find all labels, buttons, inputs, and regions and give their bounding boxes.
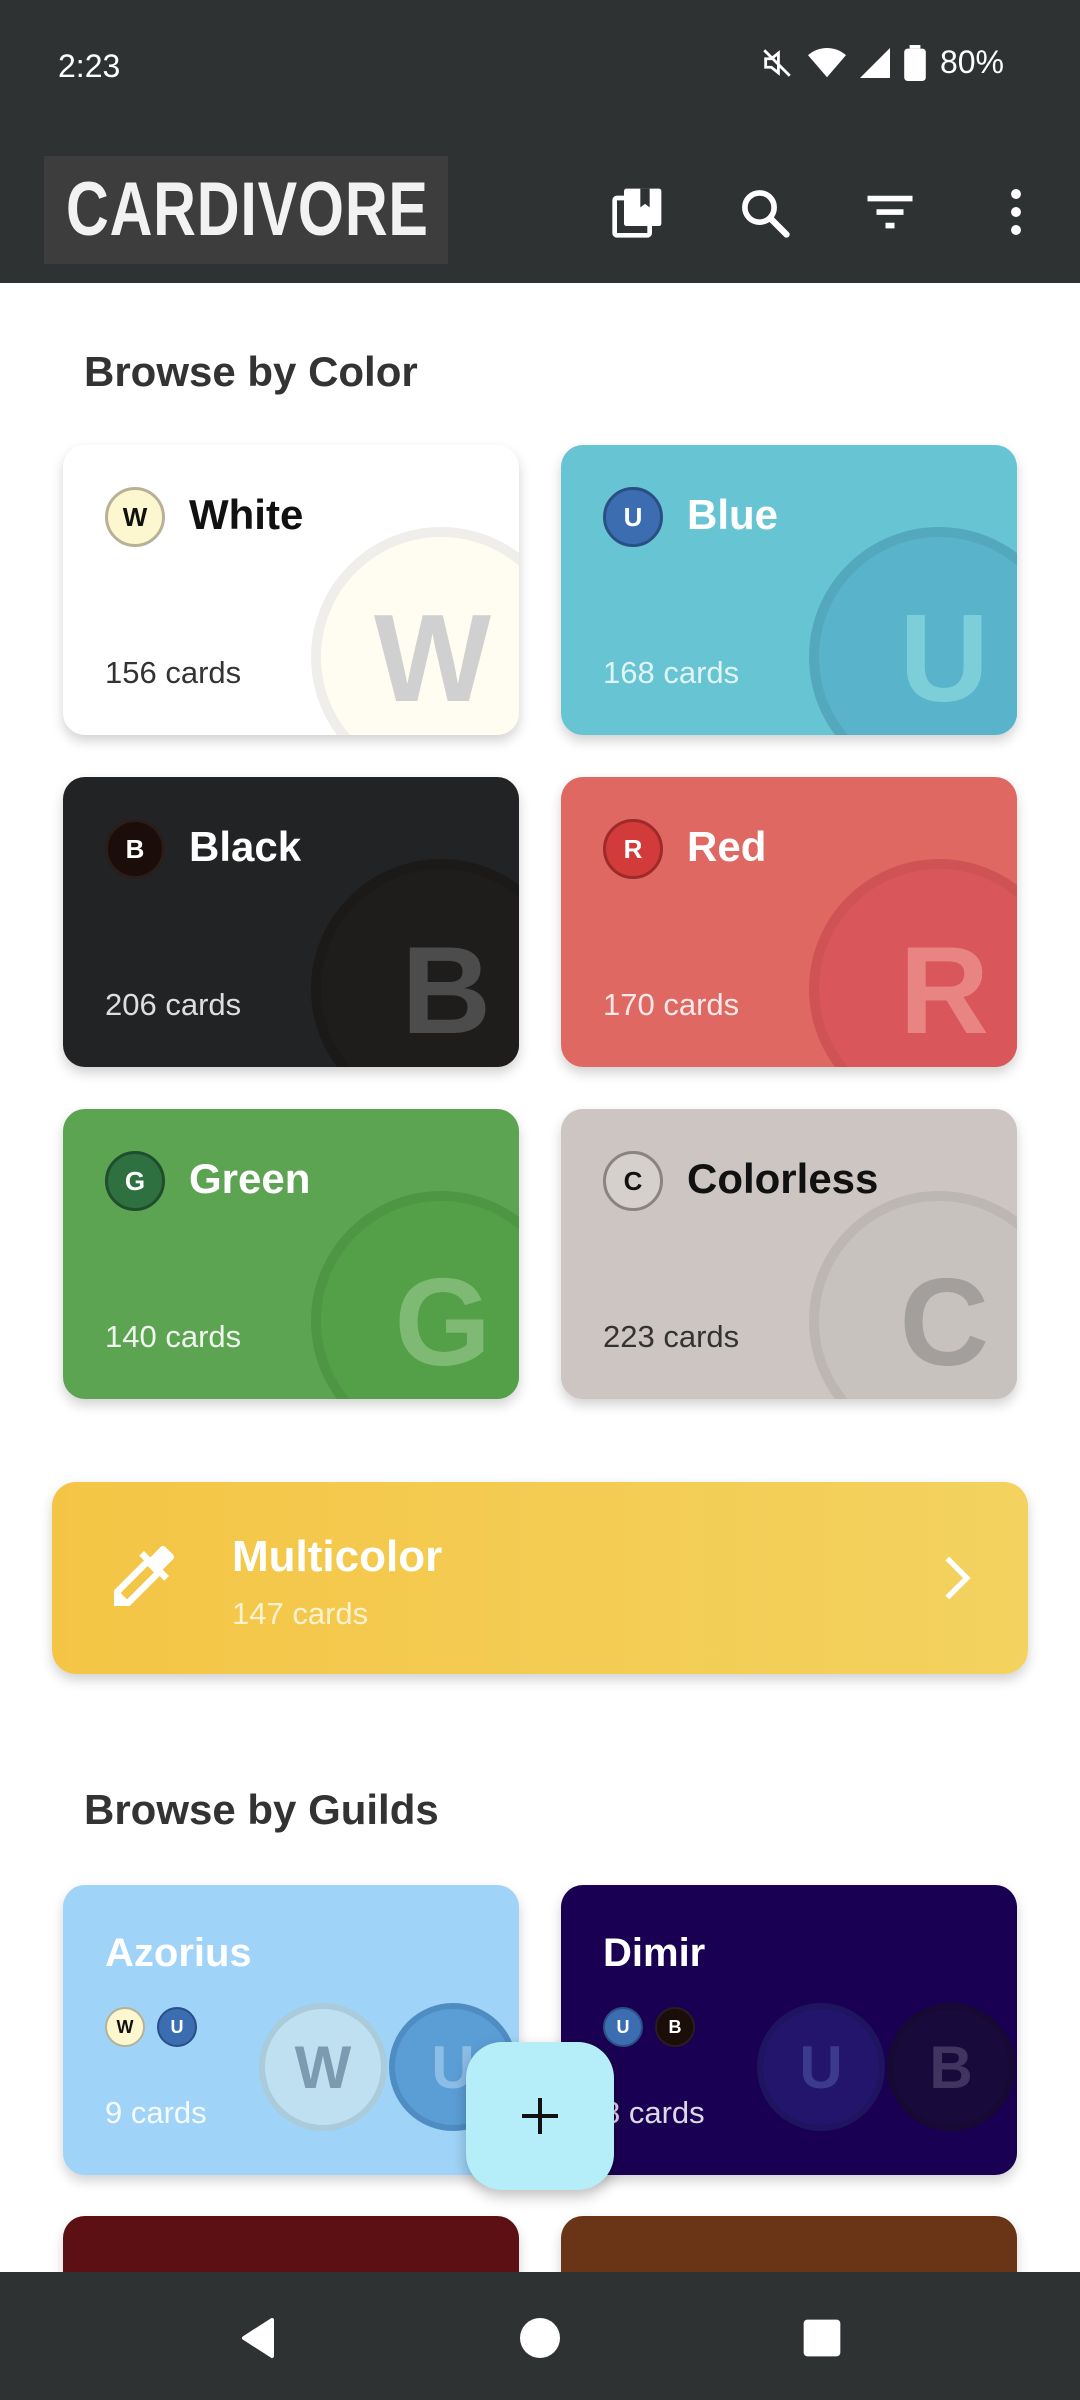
eyedropper-icon: [114, 1546, 174, 1606]
card-background-letter: C: [899, 1254, 989, 1392]
add-fab-button[interactable]: [466, 2042, 614, 2190]
mana-symbol-w: W: [105, 487, 165, 547]
home-icon[interactable]: [510, 2312, 570, 2364]
card-count: 156 cards: [105, 655, 242, 690]
mana-symbol-c: C: [603, 1151, 663, 1211]
card-count: 223 cards: [603, 1319, 740, 1354]
card-count: 206 cards: [105, 987, 242, 1022]
filter-icon[interactable]: [860, 182, 920, 242]
card-background-letter: U: [899, 590, 989, 728]
status-bar: 2:23 80%: [0, 0, 1080, 140]
card-background-letter: R: [899, 922, 989, 1060]
system-nav-bar: [0, 2272, 1080, 2400]
battery-icon: [904, 44, 926, 81]
browse-by-color-title: Browse by Color: [84, 348, 418, 395]
multicolor-count: 147 cards: [232, 1596, 369, 1631]
card-count: 170 cards: [603, 987, 740, 1022]
mana-symbol-u: U: [157, 2007, 197, 2047]
app-logo: CARDIVORE: [44, 156, 448, 264]
chevron-right-icon: [945, 1556, 971, 1600]
guild-name: Azorius: [105, 1931, 252, 1975]
card-name: Black: [189, 823, 302, 870]
big-mana-b: B: [887, 2003, 1015, 2131]
card-name: Blue: [687, 491, 779, 538]
mana-symbol-u: U: [603, 2007, 643, 2047]
mana-symbol-g: G: [105, 1151, 165, 1211]
card-count: 140 cards: [105, 1319, 242, 1354]
logo-text: CARDIVORE: [66, 167, 429, 252]
status-icons: 80%: [760, 44, 1004, 81]
more-vert-icon[interactable]: [986, 182, 1046, 242]
card-name: Green: [189, 1155, 311, 1202]
card-name: Red: [687, 823, 767, 870]
color-card-green[interactable]: G G Green 140 cards: [63, 1109, 519, 1399]
signal-icon: [859, 47, 890, 78]
guild-name: Dimir: [603, 1931, 706, 1975]
color-card-blue[interactable]: U U Blue 168 cards: [561, 445, 1017, 735]
big-mana-w: W: [259, 2003, 387, 2131]
mana-symbol-b: B: [655, 2007, 695, 2047]
guild-count: 8 cards: [603, 2095, 705, 2130]
guild-card-azorius[interactable]: Azorius W U 9 cards W U: [63, 1885, 519, 2175]
collection-icon[interactable]: [608, 182, 668, 242]
color-card-black[interactable]: B B Black 206 cards: [63, 777, 519, 1067]
search-icon[interactable]: [734, 182, 794, 242]
card-name: Colorless: [687, 1155, 879, 1202]
color-card-white[interactable]: W W White 156 cards: [63, 445, 519, 735]
color-card-colorless[interactable]: C C Colorless 223 cards: [561, 1109, 1017, 1399]
multicolor-title: Multicolor: [232, 1532, 443, 1581]
big-mana-u: U: [757, 2003, 885, 2131]
mute-icon: [763, 48, 791, 77]
multicolor-card[interactable]: Multicolor 147 cards: [52, 1482, 1028, 1674]
card-background-letter: G: [394, 1254, 491, 1392]
app-bar: CARDIVORE: [0, 140, 1080, 283]
card-count: 168 cards: [603, 655, 740, 690]
guild-count: 9 cards: [105, 2095, 207, 2130]
plus-icon: [522, 2098, 558, 2134]
battery-level: 80%: [939, 44, 1004, 80]
status-time: 2:23: [58, 48, 121, 84]
card-name: White: [189, 491, 304, 538]
color-card-red[interactable]: R R Red 170 cards: [561, 777, 1017, 1067]
card-background-letter: W: [373, 590, 491, 728]
card-background-letter: B: [401, 922, 491, 1060]
mana-symbol-r: R: [603, 819, 663, 879]
guild-card-dimir[interactable]: Dimir U B 8 cards U B: [561, 1885, 1017, 2175]
mana-symbol-u: U: [603, 487, 663, 547]
mana-symbol-w: W: [105, 2007, 145, 2047]
back-icon[interactable]: [228, 2312, 288, 2364]
mana-symbol-b: B: [105, 819, 165, 879]
wifi-icon: [807, 47, 846, 77]
browse-by-guilds-title: Browse by Guilds: [84, 1786, 439, 1833]
recents-icon[interactable]: [792, 2312, 852, 2364]
